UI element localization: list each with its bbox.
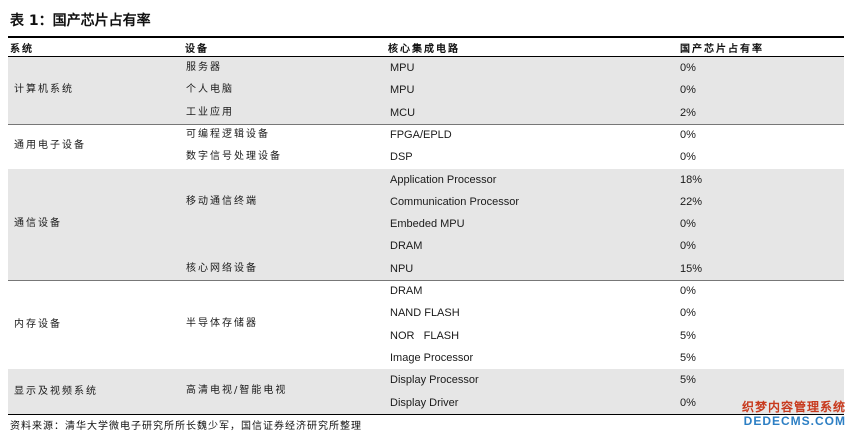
core-ic-cell: NPU (390, 262, 414, 275)
system-cell: 通用电子设备 (14, 140, 86, 152)
core-ic-cell: MPU (390, 62, 415, 74)
core-ic-cell: NOR FLASH (390, 329, 460, 342)
device-cell: 工业应用 (186, 106, 234, 118)
header-core-ic: 核心集成电路 (388, 44, 460, 55)
source-note: 资料来源：清华大学微电子研究所所长魏少军，国信证券经济研究所整理 (10, 421, 362, 432)
watermark-text: 织梦内容管理系统 (741, 400, 846, 414)
header-share: 国产芯片占有率 (680, 44, 764, 55)
share-cell: 0% (680, 307, 696, 320)
device-cell: 个人电脑 (186, 84, 234, 96)
share-cell: 0% (680, 396, 696, 409)
share-cell: 0% (680, 218, 696, 231)
group-separator (8, 413, 844, 415)
device-cell: 数字信号处理设备 (186, 151, 282, 163)
core-ic-cell: MPU (390, 84, 415, 97)
share-cell: 0% (680, 240, 696, 253)
system-cell: 通信设备 (14, 218, 62, 230)
system-cell: 显示及视频系统 (14, 385, 98, 397)
share-cell: 5% (680, 329, 696, 342)
core-ic-cell: Image Processor (390, 351, 474, 364)
device-cell: 移动通信终端 (186, 195, 258, 207)
core-ic-cell: DSP (390, 151, 413, 164)
share-cell: 15% (680, 262, 703, 275)
share-cell: 0% (680, 84, 696, 97)
system-cell: 内存设备 (14, 318, 62, 330)
core-ic-cell: Communication Processor (390, 195, 519, 208)
header-device: 设备 (185, 44, 209, 55)
header-system: 系统 (10, 44, 34, 55)
row-group (8, 57, 844, 124)
core-ic-cell: NAND FLASH (390, 307, 460, 320)
share-cell: 2% (680, 106, 696, 119)
system-cell: 计算机系统 (14, 84, 74, 96)
table-title: 表 1：国产芯片占有率 (10, 13, 151, 29)
share-cell: 18% (680, 173, 703, 186)
core-ic-cell: MCU (390, 106, 416, 119)
core-ic-cell: DRAM (390, 240, 423, 253)
device-cell: 核心网络设备 (186, 262, 258, 274)
share-cell: 5% (680, 374, 696, 387)
share-cell: 0% (680, 151, 696, 164)
device-cell: 可编程逻辑设备 (186, 128, 270, 140)
core-ic-cell: Display Processor (390, 374, 479, 387)
share-cell: 0% (680, 285, 696, 297)
device-cell: 高清电视/智能电视 (186, 385, 288, 397)
core-ic-cell: Display Driver (390, 396, 459, 409)
device-cell: 半导体存储器 (186, 318, 258, 330)
core-ic-cell: FPGA/EPLD (390, 128, 452, 141)
core-ic-cell: Embeded MPU (390, 218, 465, 231)
share-cell: 5% (680, 351, 696, 364)
top-rule (8, 36, 844, 38)
share-cell: 0% (680, 128, 696, 141)
share-cell: 0% (680, 62, 696, 74)
core-ic-cell: DRAM (390, 285, 423, 297)
device-cell: 服务器 (186, 62, 222, 73)
core-ic-cell: Application Processor (390, 173, 497, 186)
watermark-domain: DEDECMS.COM (743, 414, 846, 428)
share-cell: 22% (680, 195, 703, 208)
